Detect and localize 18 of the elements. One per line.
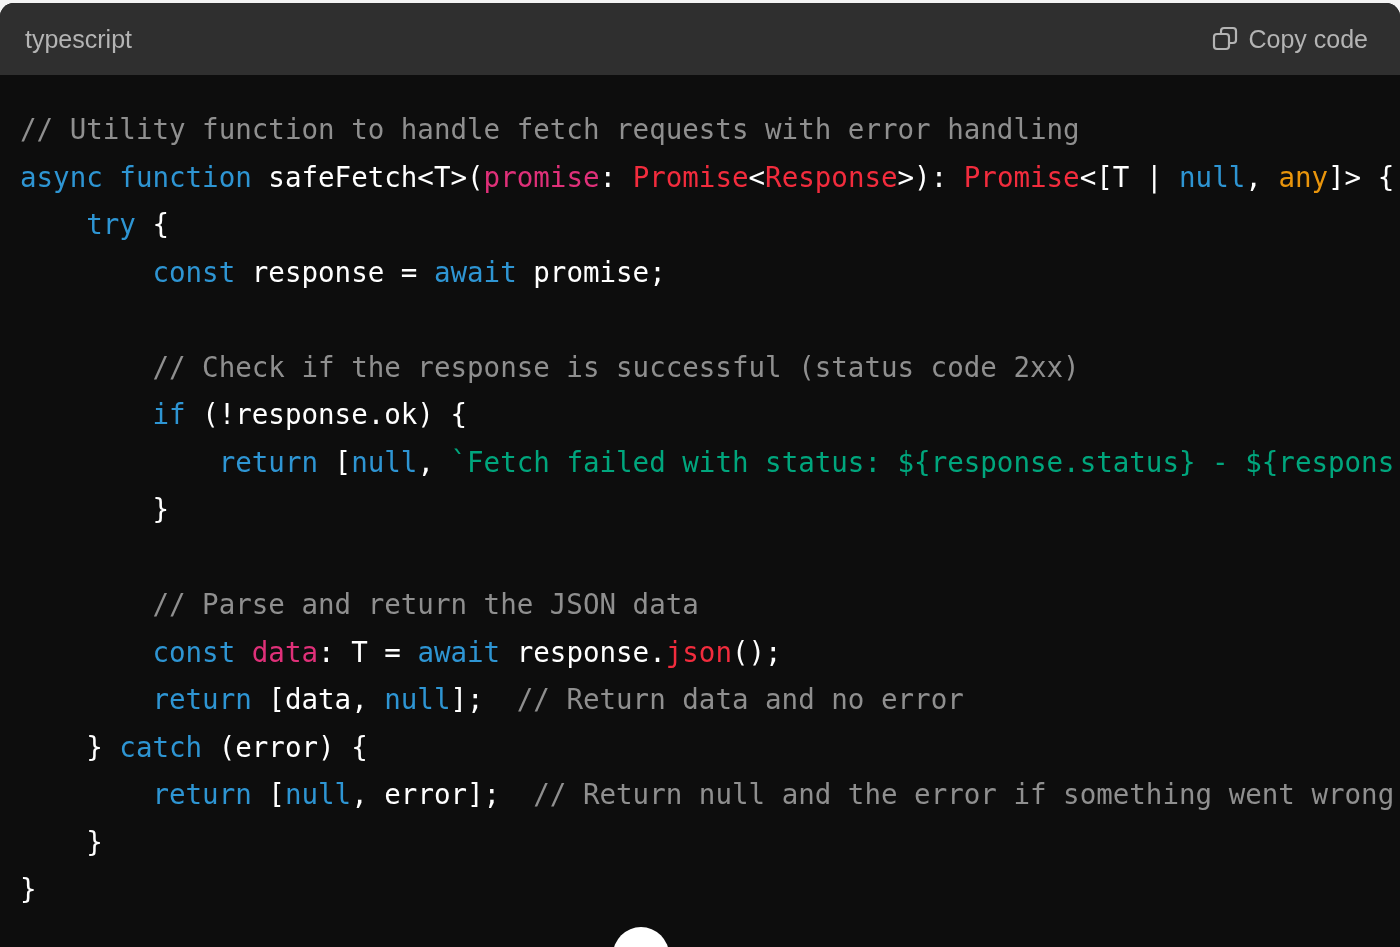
code-line: // Utility function to handle fetch requests with error handling	[20, 113, 1080, 145]
copy-icon	[1212, 26, 1239, 52]
code-line: if (!response.ok) {	[151, 398, 468, 430]
code-line: }	[151, 493, 169, 525]
code-line: return [null, `Fetch failed with status: ${response.status} - ${respons	[217, 445, 1395, 478]
code-line: // Check if the response is successful (status code 2xx)	[151, 350, 1080, 383]
code-line: } catch (error) {	[85, 730, 368, 763]
language-label: typescript	[25, 24, 132, 54]
copy-code-button[interactable]: Copy code	[1212, 24, 1368, 54]
code-line: async function safeFetch<T>(promise: Promise<Response>): Promise<[T | null, any]> {	[20, 160, 1395, 193]
code-line: // Parse and return the JSON data	[151, 588, 699, 620]
code-line: }	[20, 873, 37, 905]
code-line: }	[85, 825, 103, 858]
code-line: const data: T = await response.json();	[151, 635, 782, 668]
code-line: return [null, error]; // Return null and the error if something went wrong	[151, 778, 1395, 810]
code-line: try {	[85, 208, 170, 240]
code-line: const response = await promise;	[151, 255, 666, 288]
code-line: return [data, null]; // Return data and no error	[151, 683, 964, 715]
